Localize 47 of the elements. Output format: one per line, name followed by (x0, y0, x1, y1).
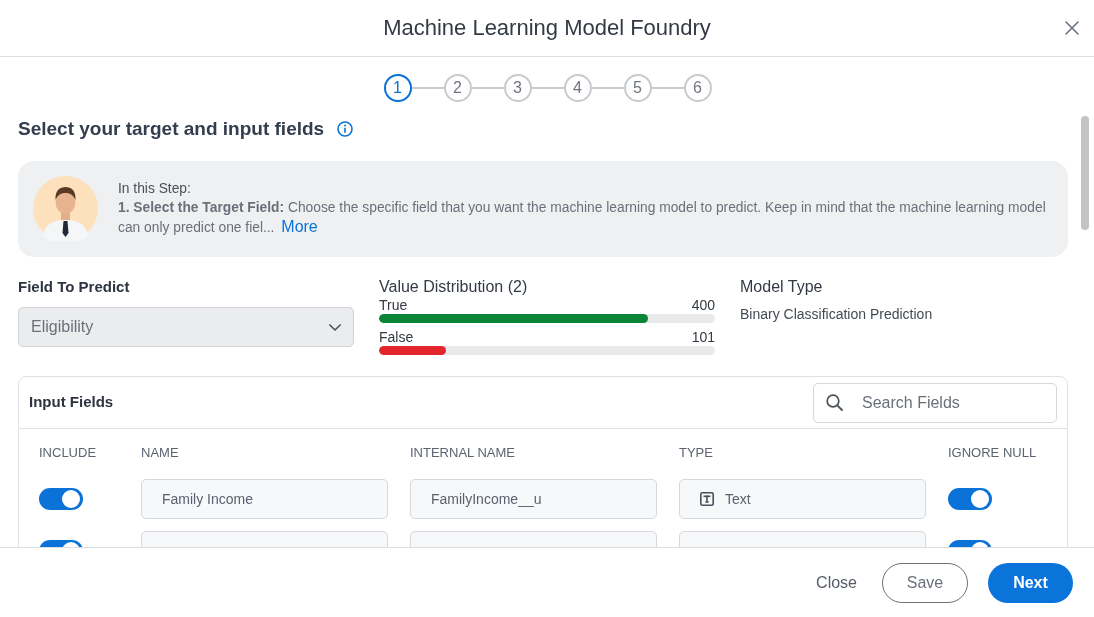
scrollbar-thumb[interactable] (1081, 116, 1089, 230)
guide-text: 1. Select the Target Field: Choose the specific field that you want the machine learning model to predict. Keep in mind that the machine learning model can only predict one fiel... More (118, 199, 1047, 237)
ignore-null-toggle[interactable] (948, 488, 992, 510)
save-button[interactable]: Save (882, 562, 968, 603)
column-header: IGNORE NULL (948, 445, 1038, 461)
close-button[interactable]: Close (816, 562, 857, 603)
step-indicator[interactable]: 4 (563, 74, 592, 102)
chevron-down-icon (329, 323, 341, 331)
column-header: NAME (141, 445, 180, 461)
step-indicator[interactable]: 2 (443, 74, 472, 102)
close-icon (1065, 21, 1079, 35)
value-label: True (379, 297, 408, 313)
search-icon (826, 393, 843, 411)
value-label: False (379, 329, 414, 345)
close-button[interactable] (1063, 19, 1081, 37)
include-toggle[interactable] (39, 488, 83, 510)
name-field[interactable]: Family Income (141, 479, 388, 519)
guide-heading: In this Step: (118, 180, 192, 198)
card-title: Input Fields (29, 392, 114, 413)
distribution-title: Value Distribution (2) (379, 278, 529, 296)
field-label: Field To Predict (18, 278, 131, 296)
step-indicator[interactable]: 5 (623, 74, 652, 102)
value-count: 400 (691, 297, 715, 313)
type-field[interactable]: Text (679, 479, 926, 519)
search-field[interactable]: Search Fields (813, 382, 1057, 423)
step-connector (591, 87, 624, 89)
step-connector (411, 87, 444, 89)
column-header: TYPE (679, 445, 714, 461)
dialog-title: Machine Learning Model Foundry (383, 14, 711, 42)
step-indicator[interactable]: 3 (503, 74, 532, 102)
step-connector (531, 87, 564, 89)
more-link[interactable]: More (281, 218, 318, 235)
model-type-label: Model Type (740, 278, 824, 296)
model-type-value: Binary Classification Prediction (740, 306, 934, 323)
step-indicator[interactable]: 1 (383, 74, 412, 102)
avatar-icon (33, 176, 98, 241)
text-type-icon (700, 492, 714, 506)
section-title: Select your target and input fields (18, 117, 325, 141)
step-connector (471, 87, 504, 89)
next-button[interactable]: Next (988, 562, 1073, 603)
column-header: INTERNAL NAME (410, 445, 516, 461)
info-icon (337, 121, 354, 137)
value-count: 101 (691, 329, 715, 345)
step-indicator[interactable]: 6 (683, 74, 712, 102)
step-connector (651, 87, 684, 89)
column-header: INCLUDE (39, 445, 98, 461)
internal-name-field[interactable]: FamilyIncome__u (410, 479, 657, 519)
